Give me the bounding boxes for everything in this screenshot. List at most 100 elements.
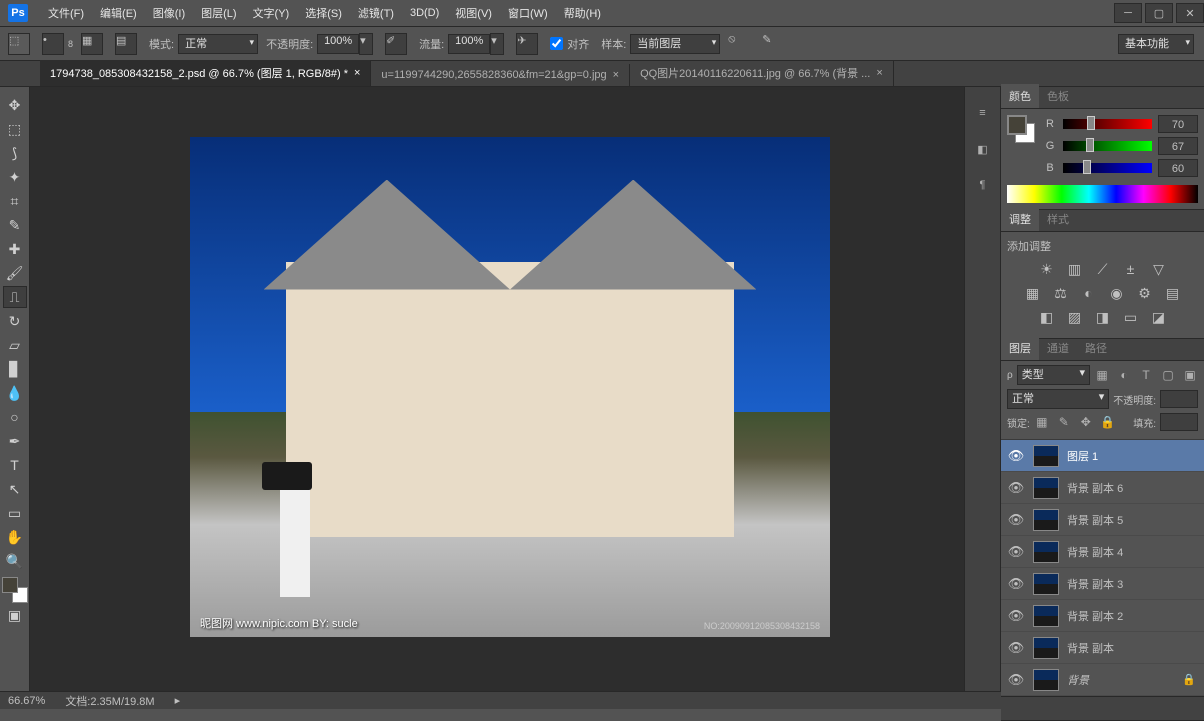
color-swatches[interactable] — [2, 577, 28, 603]
opacity-input[interactable]: 100% — [317, 34, 359, 54]
lock-position-icon[interactable]: ✥ — [1078, 414, 1094, 430]
menu-type[interactable]: 文字(Y) — [245, 5, 298, 21]
colorbalance-icon[interactable]: ⚖ — [1051, 284, 1071, 302]
layer-name[interactable]: 背景 副本 2 — [1067, 608, 1182, 624]
lock-transparent-icon[interactable]: ▦ — [1034, 414, 1050, 430]
ignore-adj-icon[interactable]: ⦸ — [728, 33, 750, 55]
color-tab[interactable]: 颜色 — [1001, 84, 1039, 108]
align-checkbox[interactable] — [550, 37, 563, 50]
filter-type-icon[interactable]: T — [1138, 367, 1154, 383]
menu-edit[interactable]: 编辑(E) — [92, 5, 145, 21]
history-panel-icon[interactable]: ≡ — [971, 101, 995, 125]
properties-panel-icon[interactable]: ◧ — [971, 137, 995, 161]
marquee-tool-icon[interactable]: ⬚ — [3, 118, 27, 140]
flow-input[interactable]: 100% — [448, 34, 490, 54]
layer-item[interactable]: 👁 背景 副本 2 — [1001, 600, 1204, 632]
canvas-area[interactable]: 昵图网 www.nipic.com BY: sucle NO:200909120… — [30, 87, 964, 691]
swatches-tab[interactable]: 色板 — [1039, 84, 1077, 108]
brush-panel-icon[interactable]: ▦ — [81, 33, 103, 55]
g-slider[interactable] — [1063, 141, 1152, 151]
crop-tool-icon[interactable]: ⌗ — [3, 190, 27, 212]
document-tab-3[interactable]: QQ图片20140116220611.jpg @ 66.7% (背景 ... × — [630, 60, 894, 86]
layer-name[interactable]: 背景 副本 4 — [1067, 544, 1182, 560]
doc-info[interactable]: 文档:2.35M/19.8M — [65, 693, 154, 709]
paths-tab[interactable]: 路径 — [1077, 336, 1115, 360]
gradient-tool-icon[interactable]: ▊ — [3, 358, 27, 380]
menu-3d[interactable]: 3D(D) — [402, 7, 447, 19]
menu-filter[interactable]: 滤镜(T) — [350, 5, 402, 21]
styles-tab[interactable]: 样式 — [1039, 207, 1077, 231]
current-tool-icon[interactable]: ⬚ — [8, 33, 30, 55]
photofilter-icon[interactable]: ◉ — [1107, 284, 1127, 302]
pressure-size-icon[interactable]: ✎ — [762, 33, 784, 55]
eraser-tool-icon[interactable]: ▱ — [3, 334, 27, 356]
visibility-icon[interactable]: 👁 — [1007, 608, 1025, 624]
gradientmap-icon[interactable]: ▭ — [1121, 308, 1141, 326]
maximize-button[interactable]: ▢ — [1145, 3, 1173, 23]
layer-thumbnail[interactable] — [1033, 605, 1059, 627]
colorlookup-icon[interactable]: ▤ — [1163, 284, 1183, 302]
filter-pixel-icon[interactable]: ▦ — [1094, 367, 1110, 383]
visibility-icon[interactable]: 👁 — [1007, 480, 1025, 496]
airbrush-icon[interactable]: ✈ — [516, 33, 538, 55]
quick-select-tool-icon[interactable]: ✦ — [3, 166, 27, 188]
lock-all-icon[interactable]: 🔒 — [1100, 414, 1116, 430]
visibility-icon[interactable]: 👁 — [1007, 448, 1025, 464]
eyedropper-tool-icon[interactable]: ✎ — [3, 214, 27, 236]
history-brush-tool-icon[interactable]: ↻ — [3, 310, 27, 332]
status-arrow-icon[interactable]: ▸ — [175, 694, 181, 707]
layer-thumbnail[interactable] — [1033, 669, 1059, 691]
layer-blend-select[interactable]: 正常 — [1007, 389, 1109, 409]
minimize-button[interactable]: ─ — [1114, 3, 1142, 23]
character-panel-icon[interactable]: ¶ — [971, 173, 995, 197]
flow-dropdown-icon[interactable]: ▾ — [490, 33, 504, 55]
layer-thumbnail[interactable] — [1033, 573, 1059, 595]
brightness-icon[interactable]: ☀ — [1037, 260, 1057, 278]
threshold-icon[interactable]: ◨ — [1093, 308, 1113, 326]
close-icon[interactable]: × — [354, 67, 360, 79]
layer-name[interactable]: 图层 1 — [1067, 448, 1182, 464]
g-value[interactable]: 67 — [1158, 137, 1198, 155]
spectrum-picker[interactable] — [1007, 185, 1198, 203]
layer-name[interactable]: 背景 副本 3 — [1067, 576, 1182, 592]
layer-item[interactable]: 👁背景🔒 — [1001, 664, 1204, 696]
visibility-icon[interactable]: 👁 — [1007, 512, 1025, 528]
pen-tool-icon[interactable]: ✒ — [3, 430, 27, 452]
layer-thumbnail[interactable] — [1033, 445, 1059, 467]
layer-name[interactable]: 背景 副本 6 — [1067, 480, 1182, 496]
pressure-opacity-icon[interactable]: ✐ — [385, 33, 407, 55]
exposure-icon[interactable]: ± — [1121, 260, 1141, 278]
move-tool-icon[interactable]: ✥ — [3, 94, 27, 116]
menu-window[interactable]: 窗口(W) — [500, 5, 556, 21]
layers-tab[interactable]: 图层 — [1001, 336, 1039, 360]
filter-smart-icon[interactable]: ▣ — [1182, 367, 1198, 383]
type-tool-icon[interactable]: T — [3, 454, 27, 476]
levels-icon[interactable]: ▥ — [1065, 260, 1085, 278]
path-select-tool-icon[interactable]: ↖ — [3, 478, 27, 500]
r-slider[interactable] — [1063, 119, 1152, 129]
r-value[interactable]: 70 — [1158, 115, 1198, 133]
filter-shape-icon[interactable]: ▢ — [1160, 367, 1176, 383]
opacity-dropdown-icon[interactable]: ▾ — [359, 33, 373, 55]
filter-adj-icon[interactable]: ◐ — [1116, 367, 1132, 383]
close-button[interactable]: ✕ — [1176, 3, 1204, 23]
document-canvas[interactable]: 昵图网 www.nipic.com BY: sucle NO:200909120… — [190, 137, 830, 637]
visibility-icon[interactable]: 👁 — [1007, 672, 1025, 688]
visibility-icon[interactable]: 👁 — [1007, 640, 1025, 656]
layer-opacity-input[interactable] — [1160, 390, 1198, 408]
brush-preset-icon[interactable]: • — [42, 33, 64, 55]
menu-layer[interactable]: 图层(L) — [193, 5, 244, 21]
layer-item[interactable]: 👁背景 副本 3 — [1001, 568, 1204, 600]
layer-name[interactable]: 背景 副本 — [1067, 640, 1182, 656]
lock-pixels-icon[interactable]: ✎ — [1056, 414, 1072, 430]
document-tab-1[interactable]: 1794738_085308432158_2.psd @ 66.7% (图层 1… — [40, 60, 371, 86]
zoom-level[interactable]: 66.67% — [8, 695, 45, 707]
selective-icon[interactable]: ◪ — [1149, 308, 1169, 326]
layer-thumbnail[interactable] — [1033, 637, 1059, 659]
layer-item[interactable]: 👁 背景 副本 6 — [1001, 472, 1204, 504]
quick-mask-icon[interactable]: ▣ — [3, 604, 27, 626]
fill-input[interactable] — [1160, 413, 1198, 431]
layer-item[interactable]: 👁背景 副本 4 — [1001, 536, 1204, 568]
close-icon[interactable]: × — [876, 67, 882, 79]
posterize-icon[interactable]: ▨ — [1065, 308, 1085, 326]
